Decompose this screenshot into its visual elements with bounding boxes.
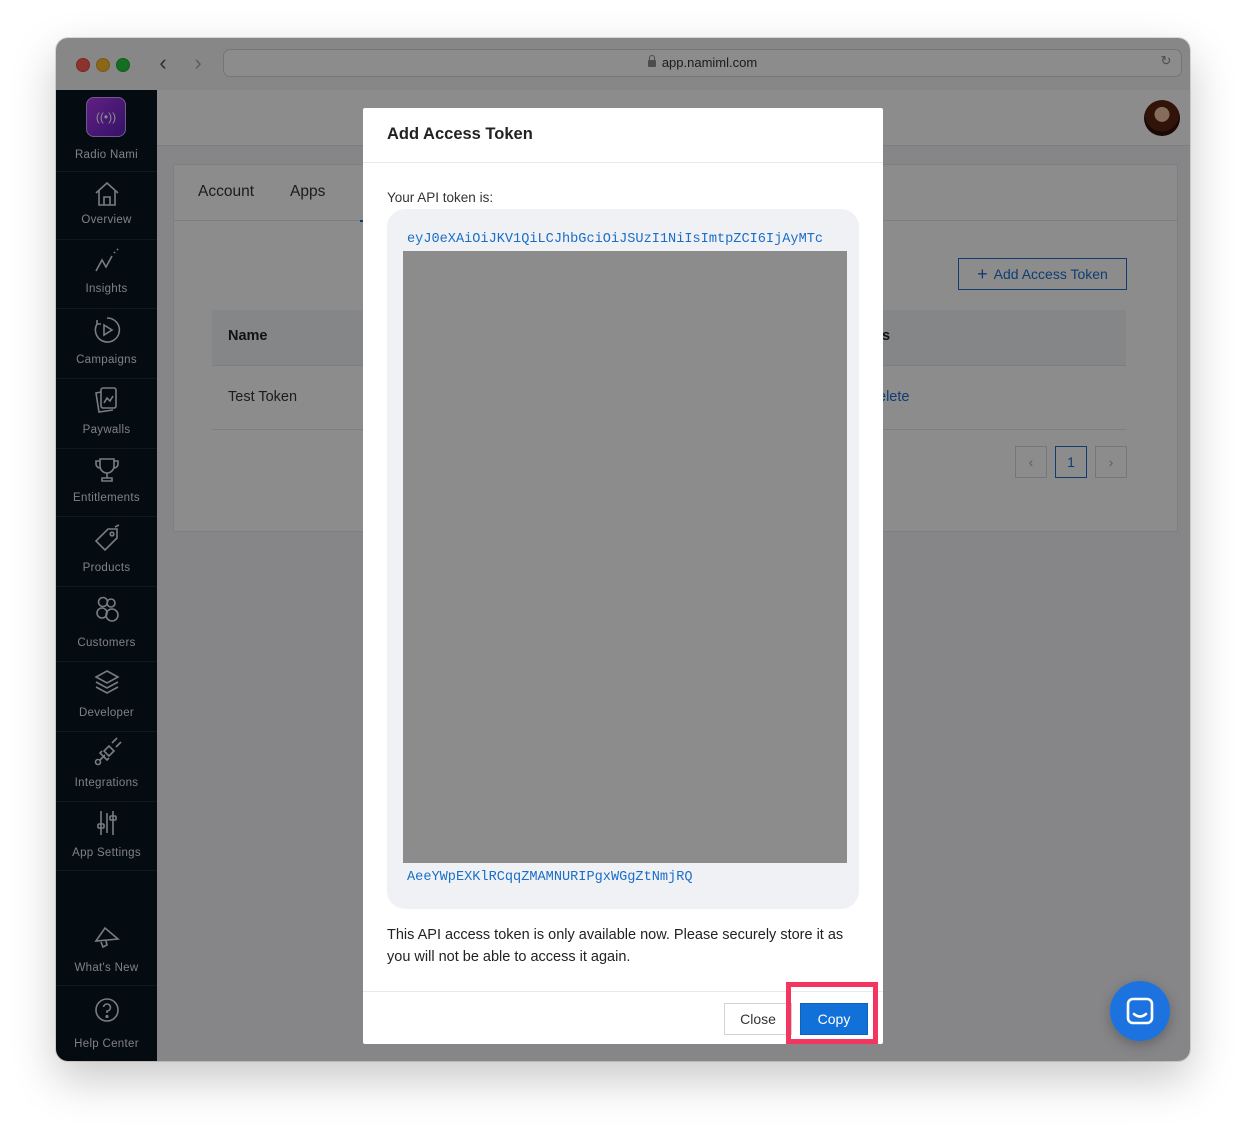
modal-header: Add Access Token bbox=[363, 108, 883, 163]
token-label: Your API token is: bbox=[387, 190, 494, 205]
close-button[interactable]: Close bbox=[724, 1003, 792, 1035]
browser-window: ‹ › app.namiml.com ↻ ((•)) Radio Nami Ov… bbox=[56, 38, 1190, 1061]
chat-icon bbox=[1126, 997, 1154, 1025]
modal-title: Add Access Token bbox=[387, 125, 533, 143]
token-text-start: eyJ0eXAiOiJKV1QiLCJhbGciOiJSUzI1NiIsImtp… bbox=[407, 232, 824, 247]
chat-launcher-button[interactable] bbox=[1110, 981, 1170, 1041]
token-box: eyJ0eXAiOiJKV1QiLCJhbGciOiJSUzI1NiIsImtp… bbox=[387, 209, 859, 909]
token-notice: This API access token is only available … bbox=[387, 927, 844, 965]
add-access-token-modal: Add Access Token Your API token is: eyJ0… bbox=[363, 108, 883, 1044]
redacted-token-block bbox=[403, 251, 847, 863]
copy-button-highlight bbox=[786, 982, 878, 1044]
token-text-end: AeeYWpEXKlRCqqZMAMNURIPgxWGgZtNmjRQ bbox=[407, 870, 693, 885]
